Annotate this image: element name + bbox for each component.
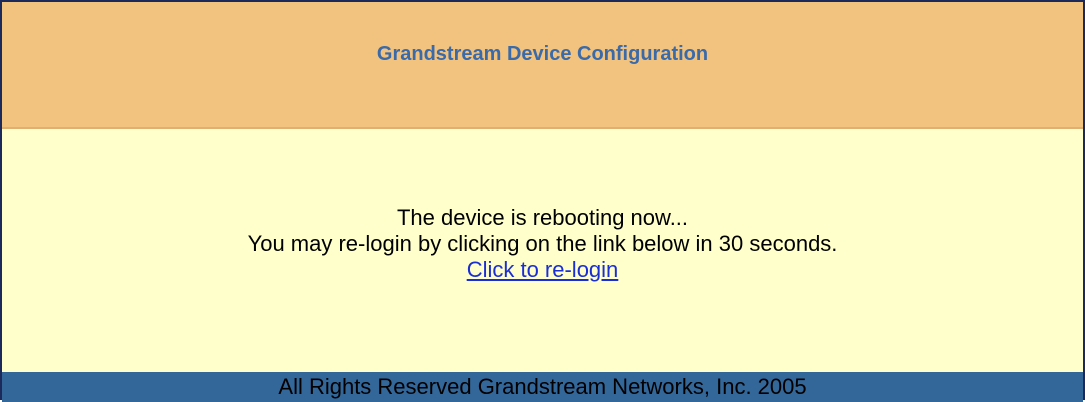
footer-copyright: All Rights Reserved Grandstream Networks…	[2, 372, 1083, 402]
header-banner: Grandstream Device Configuration	[2, 2, 1083, 129]
page-frame: Grandstream Device Configuration The dev…	[0, 0, 1085, 402]
reboot-message: The device is rebooting now... You may r…	[2, 205, 1083, 283]
relogin-link-wrapper: Click to re-login	[2, 257, 1083, 283]
relogin-instructions: You may re-login by clicking on the link…	[247, 231, 838, 256]
rebooting-text: The device is rebooting now...	[396, 205, 689, 230]
main-content: The device is rebooting now... You may r…	[2, 129, 1083, 372]
relogin-link[interactable]: Click to re-login	[467, 257, 619, 282]
page-title: Grandstream Device Configuration	[376, 43, 709, 65]
